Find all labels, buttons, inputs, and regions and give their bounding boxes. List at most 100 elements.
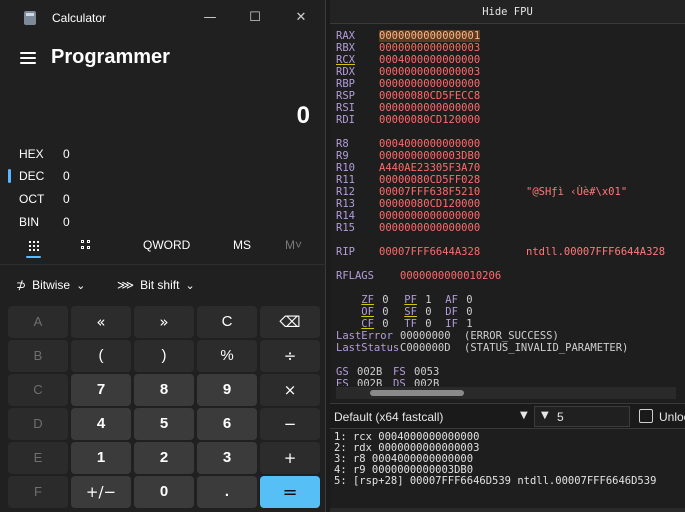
register-row[interactable]: RBX 0000000000000003 — [336, 42, 480, 54]
flag-name[interactable]: IF — [445, 318, 466, 330]
key-8[interactable]: 8 — [134, 374, 194, 406]
register-value: 00007FFF638F5210 — [379, 186, 481, 198]
key-6[interactable]: 6 — [197, 408, 257, 440]
radix-oct[interactable]: OCT 0 — [0, 188, 120, 210]
calling-convention-dropdown[interactable]: Default (x64 fastcall) — [334, 410, 443, 424]
last-error-value: 00000000 — [400, 330, 451, 342]
register-row[interactable]: RSI 0000000000000000 — [336, 102, 480, 114]
radix-hex[interactable]: HEX 0 — [0, 143, 120, 165]
maximize-button[interactable]: ☐ — [235, 6, 275, 30]
key-rotate-right[interactable]: » — [134, 306, 194, 338]
argument-count-spinbox[interactable]: ▼ 5 — [534, 406, 630, 427]
key-hex-b[interactable]: B — [8, 340, 68, 372]
rotate-right-icon: » — [159, 313, 169, 331]
unlock-checkbox[interactable] — [639, 409, 653, 423]
register-row[interactable]: RDI 00000080CD120000 — [336, 114, 480, 126]
register-row[interactable]: R13 00000080CD120000 — [336, 198, 480, 210]
radix-dec[interactable]: DEC 0 — [0, 165, 120, 187]
keypad-tab-indicator — [26, 256, 41, 258]
rip-row[interactable]: RIP 00007FFF6644A328 ntdll.00007FFF6644A32… — [336, 246, 665, 258]
register-name: RSP — [336, 90, 355, 102]
key-clear[interactable]: C — [197, 306, 257, 338]
hamburger-menu-icon[interactable] — [20, 52, 36, 64]
key-open-paren[interactable]: ( — [71, 340, 131, 372]
key-hex-a[interactable]: A — [8, 306, 68, 338]
hide-fpu-button[interactable]: Hide FPU — [330, 0, 685, 24]
key-7[interactable]: 7 — [71, 374, 131, 406]
register-row[interactable]: R12 00007FFF638F5210 "@SHƒì ‹Ùè#\x01" — [336, 186, 627, 198]
key-4[interactable]: 4 — [71, 408, 131, 440]
key-backspace[interactable]: ⌫ — [260, 306, 320, 338]
registers-horizontal-scrollbar[interactable] — [336, 387, 676, 399]
register-row[interactable]: RSP 00000080CD5FECC8 — [336, 90, 480, 102]
argument-row[interactable]: 5: [rsp+28] 00007FFF6646D539 ntdll.00007… — [334, 475, 656, 487]
bit-toggling-keypad-icon[interactable] — [81, 240, 92, 251]
register-row[interactable]: R11 00000080CD5FF028 — [336, 174, 480, 186]
key-9[interactable]: 9 — [197, 374, 257, 406]
bitwise-dropdown[interactable]: ⊅ Bitwise ⌄ — [16, 278, 85, 292]
last-error-row[interactable]: LastError 00000000 (ERROR_SUCCESS) — [336, 330, 559, 342]
bit-shift-label: Bit shift — [140, 278, 180, 292]
last-status-row[interactable]: LastStatusC000000D (STATUS_INVALID_PARAME… — [336, 342, 628, 354]
close-button[interactable]: ✕ — [281, 6, 321, 30]
key-decimal[interactable]: . — [197, 476, 257, 508]
radix-value: 0 — [63, 147, 70, 161]
key-rotate-left[interactable]: « — [71, 306, 131, 338]
register-row[interactable]: R8 0004000000000000 — [336, 138, 480, 150]
rotate-left-icon: « — [96, 313, 106, 331]
key-hex-c[interactable]: C — [8, 374, 68, 406]
key-hex-f[interactable]: F — [8, 476, 68, 508]
register-name: RAX — [336, 30, 355, 42]
calculator-app-icon — [24, 11, 36, 25]
register-value: 0000000000000003 — [379, 66, 481, 78]
bit-shift-dropdown[interactable]: ⋙ Bit shift ⌄ — [117, 278, 195, 292]
key-add[interactable]: + — [260, 442, 320, 474]
register-value: 0000000000000000 — [379, 210, 481, 222]
key-subtract[interactable]: − — [260, 408, 320, 440]
segment-value: 0053 — [414, 366, 440, 378]
last-status-meaning: (STATUS_INVALID_PARAMETER) — [464, 342, 629, 354]
register-row[interactable]: RBP 0000000000000000 — [336, 78, 480, 90]
key-close-paren[interactable]: ) — [134, 340, 194, 372]
key-multiply[interactable]: × — [260, 374, 320, 406]
word-size-button[interactable]: QWORD — [143, 238, 190, 252]
register-row[interactable]: R10 A440AE23305F3A70 — [336, 162, 480, 174]
flag-name[interactable]: TF — [404, 318, 425, 330]
memory-menu-button[interactable]: M˅ — [285, 238, 302, 252]
scrollbar-thumb[interactable] — [370, 390, 464, 396]
key-negate[interactable]: +/− — [71, 476, 131, 508]
chevron-down-icon[interactable]: ▼ — [541, 410, 549, 421]
chevron-down-icon[interactable]: ▼ — [520, 410, 528, 421]
register-row[interactable]: R15 0000000000000000 — [336, 222, 480, 234]
register-row[interactable]: RAX 0000000000000001 — [336, 30, 481, 42]
arguments-scroll-track[interactable] — [330, 508, 685, 512]
register-row[interactable]: RDX 0000000000000003 — [336, 66, 480, 78]
memory-store-button[interactable]: MS — [233, 238, 251, 252]
full-keypad-icon[interactable] — [28, 240, 40, 252]
rflags-row[interactable]: RFLAGS 0000000000010206 — [336, 270, 501, 282]
register-name: R15 — [336, 222, 355, 234]
key-5[interactable]: 5 — [134, 408, 194, 440]
segment-name[interactable]: FS — [393, 366, 414, 378]
calculator-window: Calculator — ☐ ✕ Programmer 0 HEX 0 DEC … — [0, 0, 326, 512]
key-divide[interactable]: ÷ — [260, 340, 320, 372]
register-comment: ntdll.00007FFF6644A328 — [526, 246, 666, 258]
key-1[interactable]: 1 — [71, 442, 131, 474]
key-modulo[interactable]: % — [197, 340, 257, 372]
segment-name[interactable]: ES — [336, 378, 357, 386]
key-equals[interactable]: = — [260, 476, 320, 508]
radix-bin[interactable]: BIN 0 — [0, 211, 120, 233]
key-3[interactable]: 3 — [197, 442, 257, 474]
key-2[interactable]: 2 — [134, 442, 194, 474]
register-row[interactable]: RCX 0004000000000000 — [336, 54, 480, 66]
minimize-button[interactable]: — — [190, 6, 230, 30]
segment-name[interactable]: DS — [393, 378, 414, 386]
key-0[interactable]: 0 — [134, 476, 194, 508]
key-hex-d[interactable]: D — [8, 408, 68, 440]
register-row[interactable]: R14 0000000000000000 — [336, 210, 480, 222]
flags-row: CF 0 TF 0 IF 1 — [336, 306, 472, 330]
flag-name[interactable]: CF — [361, 318, 382, 330]
segment-name[interactable]: GS — [336, 366, 357, 378]
register-row[interactable]: R9 0000000000003DB0 — [336, 150, 480, 162]
key-hex-e[interactable]: E — [8, 442, 68, 474]
